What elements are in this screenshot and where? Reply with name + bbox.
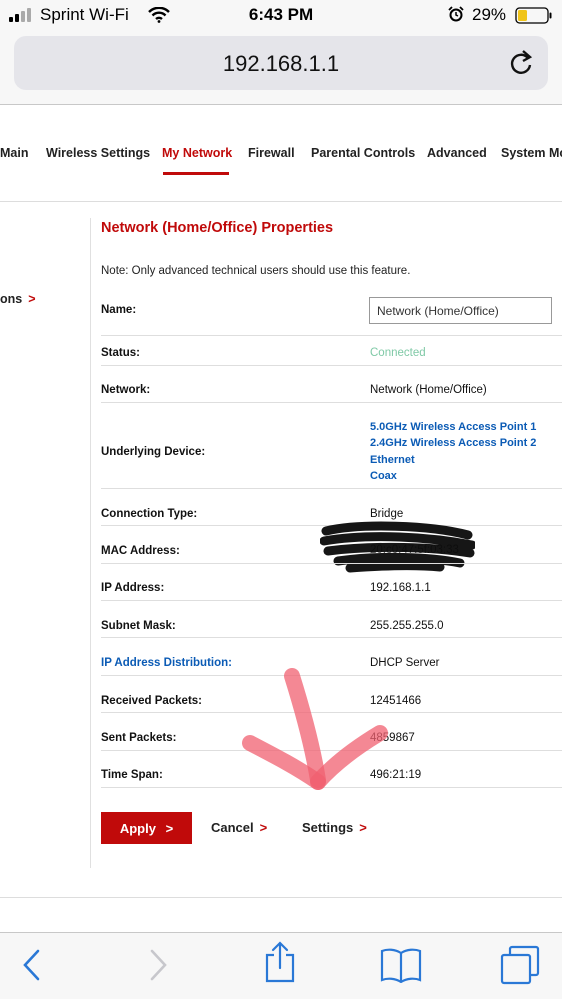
underlying-device-label: Underlying Device: <box>101 446 206 458</box>
tab-main[interactable]: Main <box>0 146 28 160</box>
sidebar-item-connections[interactable]: ons > <box>0 292 36 306</box>
reload-icon[interactable] <box>508 49 534 82</box>
connection-type-value: Bridge <box>370 508 404 520</box>
battery-percentage: 29% <box>472 5 507 24</box>
network-label: Network: <box>101 384 151 396</box>
nav-divider <box>0 201 562 202</box>
page-title: Network (Home/Office) Properties <box>101 220 334 236</box>
apply-button-label: Apply <box>119 820 156 836</box>
subnet-mask-value: 255.255.255.0 <box>370 620 444 632</box>
sent-packets-label: Sent Packets: <box>101 732 177 744</box>
status-bar: Sprint Wi-Fi 6:43 PM 29% <box>0 0 562 30</box>
ip-address-value: 192.168.1.1 <box>370 582 431 594</box>
share-icon[interactable] <box>264 941 296 988</box>
settings-button-label: Settings <box>302 820 354 835</box>
received-packets-label: Received Packets: <box>101 695 203 707</box>
name-input[interactable] <box>369 297 552 324</box>
device-link-5ghz[interactable]: 5.0GHz Wireless Access Point 1 <box>370 421 536 433</box>
time-span-label: Time Span: <box>101 769 163 781</box>
chevron-right-icon: > <box>28 292 36 306</box>
battery-icon <box>515 7 553 29</box>
device-link-coax[interactable]: Coax <box>370 470 397 482</box>
row-divider <box>101 488 562 489</box>
subnet-mask-label: Subnet Mask: <box>101 620 176 632</box>
row-divider <box>101 563 562 564</box>
apply-button[interactable]: Apply > <box>101 812 192 844</box>
tab-wireless-settings[interactable]: Wireless Settings <box>46 146 150 160</box>
chevron-right-icon: > <box>259 820 268 835</box>
address-bar[interactable]: 192.168.1.1 <box>14 36 548 90</box>
tab-system-monitoring[interactable]: System Mo <box>501 146 562 160</box>
annotation-arrow-icon <box>242 668 388 790</box>
device-link-ethernet[interactable]: Ethernet <box>370 454 415 466</box>
status-label: Status: <box>101 347 140 359</box>
row-divider <box>101 402 562 403</box>
browser-bottom-toolbar <box>0 932 562 999</box>
browser-address-area: 192.168.1.1 <box>0 30 562 104</box>
url-text[interactable]: 192.168.1.1 <box>14 51 548 77</box>
active-tab-indicator <box>163 172 229 175</box>
status-value: Connected <box>370 347 426 359</box>
toolbar-divider <box>0 104 562 105</box>
tab-my-network[interactable]: My Network <box>162 146 232 160</box>
chevron-right-icon: > <box>359 820 367 835</box>
tab-firewall[interactable]: Firewall <box>248 146 295 160</box>
ip-distribution-link[interactable]: IP Address Distribution: <box>101 657 232 669</box>
tabs-icon[interactable] <box>500 945 540 990</box>
ip-address-label: IP Address: <box>101 582 165 594</box>
advanced-note: Note: Only advanced technical users shou… <box>101 265 411 277</box>
name-label: Name: <box>101 304 137 316</box>
chevron-right-icon: > <box>165 820 174 836</box>
cancel-button-label: Cancel <box>211 820 254 835</box>
tab-parental-controls[interactable]: Parental Controls <box>311 146 415 160</box>
network-value: Network (Home/Office) <box>370 384 487 396</box>
cancel-button[interactable]: Cancel > <box>211 820 267 835</box>
content-divider <box>90 218 91 868</box>
row-divider <box>101 335 562 336</box>
settings-button[interactable]: Settings > <box>302 820 367 835</box>
row-divider <box>101 600 562 601</box>
row-divider <box>101 637 562 638</box>
bookmarks-icon[interactable] <box>380 947 422 988</box>
mac-address-label: MAC Address: <box>101 545 180 557</box>
device-link-24ghz[interactable]: 2.4GHz Wireless Access Point 2 <box>370 437 536 449</box>
redaction-scribble <box>320 521 475 573</box>
row-divider <box>101 365 562 366</box>
page-footer-divider <box>0 897 562 898</box>
forward-icon[interactable] <box>146 947 170 988</box>
alarm-icon <box>448 6 464 27</box>
tab-advanced[interactable]: Advanced <box>427 146 487 160</box>
connection-type-label: Connection Type: <box>101 508 198 520</box>
main-nav: Main Wireless Settings My Network Firewa… <box>0 140 562 180</box>
back-icon[interactable] <box>20 947 44 988</box>
sidebar-item-label: ons <box>0 292 23 306</box>
